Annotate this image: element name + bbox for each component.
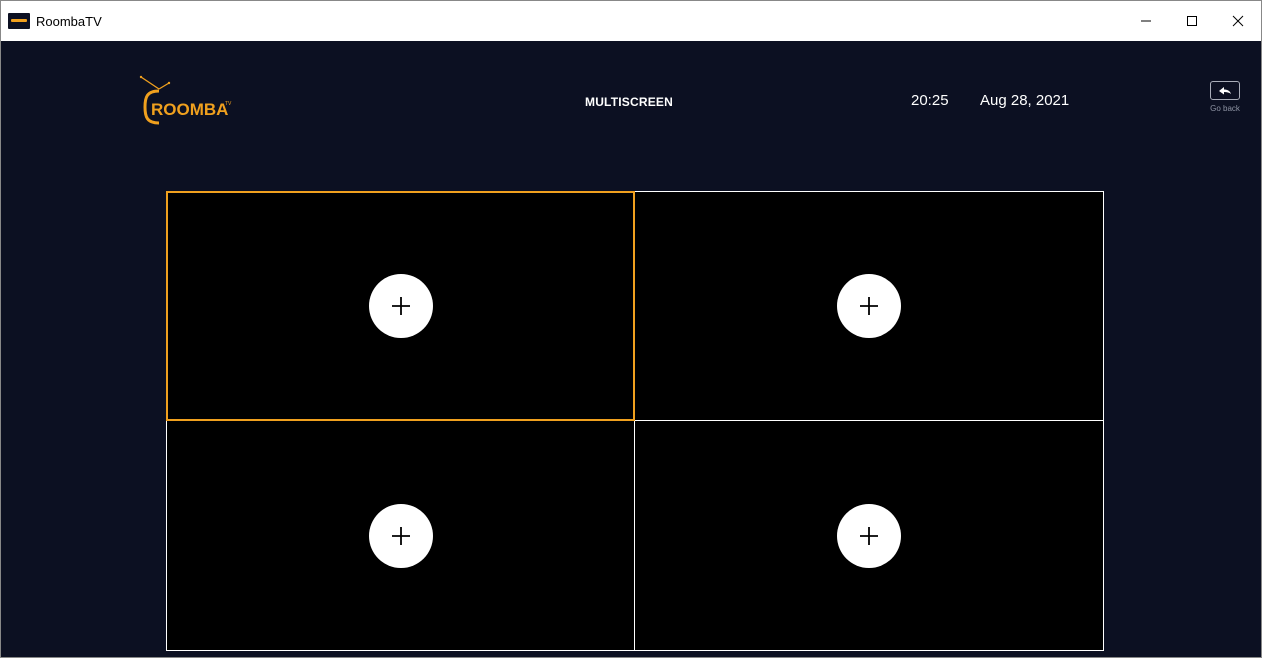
add-channel-button[interactable]	[837, 274, 901, 338]
go-back-label: Go back	[1210, 104, 1240, 113]
clock-time: 20:25	[911, 92, 949, 109]
close-button[interactable]	[1215, 1, 1261, 41]
title-bar[interactable]: RoombaTV	[1, 1, 1261, 41]
undo-arrow-icon	[1219, 86, 1231, 94]
add-channel-button[interactable]	[368, 503, 433, 568]
add-channel-button[interactable]	[837, 503, 901, 568]
app-window: RoombaTV ROOMBA TV MULTISCREEN 20:25 Aug…	[0, 0, 1262, 658]
window-title: RoombaTV	[36, 13, 102, 29]
plus-icon	[860, 297, 878, 315]
minimize-button[interactable]	[1123, 1, 1169, 41]
multiscreen-page: ROOMBA TV MULTISCREEN 20:25 Aug 28, 2021…	[1, 41, 1261, 657]
app-logo-icon	[8, 13, 30, 29]
plus-icon	[391, 297, 410, 315]
plus-icon	[391, 526, 410, 545]
minimize-icon	[1141, 20, 1151, 22]
screen-slot-1[interactable]	[166, 191, 635, 421]
logo-superscript: TV	[225, 101, 232, 107]
roomba-tv-logo: ROOMBA TV	[139, 75, 232, 125]
maximize-icon	[1187, 16, 1197, 26]
screen-slot-3[interactable]	[166, 421, 635, 651]
clock-date: Aug 28, 2021	[980, 92, 1070, 109]
go-back-icon-box	[1210, 81, 1240, 100]
plus-icon	[860, 526, 878, 545]
screen-slot-4[interactable]	[635, 421, 1104, 651]
logo-text: ROOMBA	[151, 100, 228, 119]
go-back-button[interactable]: Go back	[1207, 81, 1243, 121]
window-controls	[1123, 1, 1261, 41]
maximize-button[interactable]	[1169, 1, 1215, 41]
page-title: MULTISCREEN	[585, 95, 673, 109]
add-channel-button[interactable]	[368, 274, 433, 338]
close-icon	[1232, 15, 1244, 27]
multiscreen-grid	[166, 191, 1104, 651]
screen-slot-2[interactable]	[635, 191, 1104, 421]
